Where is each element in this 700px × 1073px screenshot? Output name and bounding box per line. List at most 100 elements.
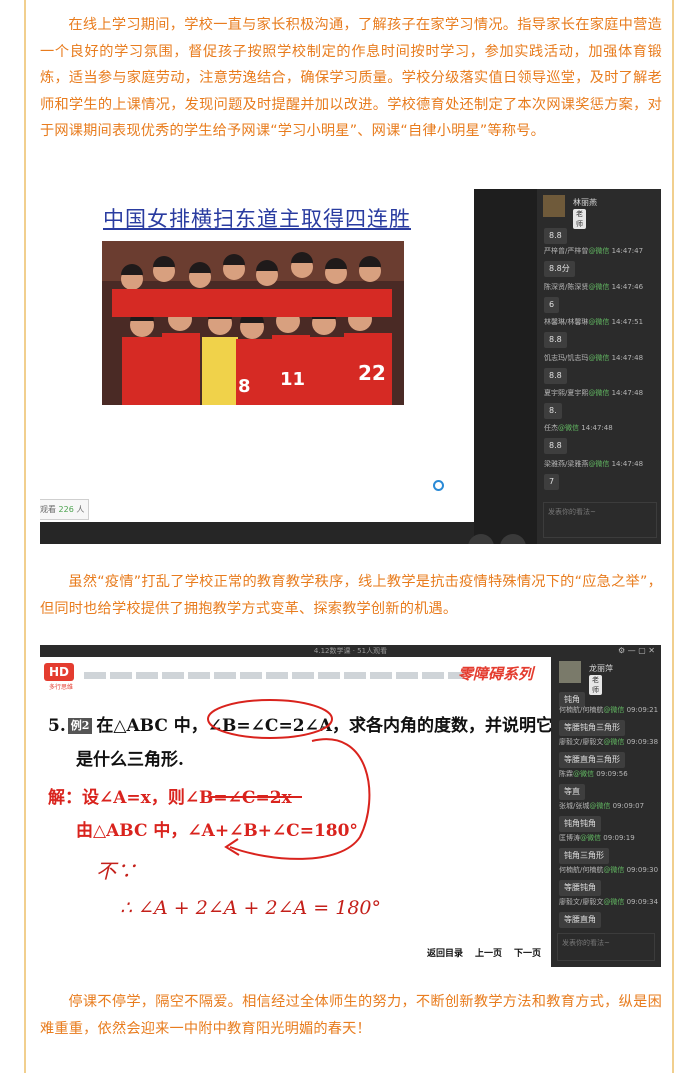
message-time: 14:47:48 — [581, 424, 613, 432]
chat-message-body: 等腰钝角 — [559, 880, 601, 896]
pointer-dot — [433, 480, 444, 491]
sender-source: @微信 — [588, 318, 610, 326]
chat-message: 8.8 — [544, 223, 659, 244]
sender-source: @微信 — [603, 898, 625, 906]
message-time: 09:09:19 — [603, 834, 635, 842]
team-photo: 8 11 22 — [102, 241, 404, 405]
control-button-icon[interactable] — [500, 534, 526, 544]
chat-message-body: 8.8 — [544, 228, 567, 244]
sender-name: 陈霖 — [559, 770, 573, 778]
chat-message-body: 等直 — [559, 784, 585, 800]
chat-message: 梁雅燕/梁雅燕@微信 14:47:48 7 — [544, 459, 659, 490]
chat-message: 陈深贤/陈深贤@微信 14:47:46 6 — [544, 282, 659, 313]
chat-message-meta: 陈霖@微信 09:09:56 — [559, 769, 659, 779]
jersey-number: 22 — [358, 361, 386, 385]
chat-message-meta: 张城/张城@微信 09:09:07 — [559, 801, 659, 811]
chat-message: 匡博涛@微信 09:09:19 钝角三角形 — [559, 833, 659, 864]
chat-message-body: 钝角三角形 — [559, 848, 609, 864]
chat-message: 饥志玛/饥志玛@微信 14:47:48 8.8 — [544, 353, 659, 384]
player-control-bar — [40, 522, 474, 544]
chat-message-meta: 夏宇熙/夏宇熙@微信 14:47:48 — [544, 388, 659, 398]
sender-source: @微信 — [603, 866, 625, 874]
chat-message-body: 6 — [544, 297, 560, 313]
window-title: 4.12数学课 · 51人观看 — [313, 647, 388, 655]
viewer-count-number: 226 — [58, 505, 74, 514]
message-time: 09:09:56 — [596, 770, 628, 778]
chat-input[interactable]: 发表你的看法~ — [557, 933, 655, 961]
article-paragraph-3: 停课不停学，隔空不隔爱。相信经过全体师生的努力，不断创新教学方法和教育方式，纵是… — [40, 994, 662, 1037]
chat-message-meta: 匡博涛@微信 09:09:19 — [559, 833, 659, 843]
window-controls-icon[interactable]: ⚙ — ▢ ✕ — [618, 645, 655, 657]
article-paragraph-1: 在线上学习期间，学校一直与家长积极沟通，了解孩子在家学习情况。指导家长在家庭中营… — [40, 17, 662, 139]
sender-name: 陈深贤/陈深贤 — [544, 283, 589, 291]
teacher-name: 龙丽萍 — [589, 664, 613, 673]
article-paragraph-2: 虽然“疫情”打乱了学校正常的教育教学秩序，线上教学是抗击疫情特殊情况下的“应急之… — [40, 574, 662, 617]
catalog-button[interactable]: 返回目录 — [427, 949, 463, 959]
message-time: 09:09:21 — [626, 706, 659, 714]
chat-message-meta: 廖毅文/廖毅文@微信 09:09:34 — [559, 897, 659, 907]
sender-source: @微信 — [588, 389, 610, 397]
sender-name: 林馨琳/林馨琳 — [544, 318, 589, 326]
message-time: 14:47:48 — [611, 389, 644, 397]
message-time: 09:09:38 — [626, 738, 659, 746]
sender-name: 廖毅文/廖毅文 — [559, 738, 604, 746]
chat-message-body: 8. — [544, 403, 562, 419]
chat-message-meta: 任杰@微信 14:47:48 — [544, 423, 659, 433]
prev-page-button[interactable]: 上一页 — [475, 949, 502, 959]
sender-source: @微信 — [588, 354, 610, 362]
chat-message: 任杰@微信 14:47:48 8.8 — [544, 423, 659, 454]
chat-message-body: 8.8分 — [544, 261, 575, 277]
avatar — [559, 661, 581, 683]
chat-message-body: 8.8 — [544, 438, 567, 454]
sender-source: @微信 — [603, 738, 625, 746]
sender-name: 张城/张城 — [559, 802, 590, 810]
next-page-button[interactable]: 下一页 — [514, 949, 541, 959]
sender-name: 何楠航/何楠航 — [559, 866, 604, 874]
handwriting-note-1: 不∵ — [96, 859, 136, 883]
message-time: 09:09:07 — [612, 802, 645, 810]
handwriting-note-2: ∴ ∠A + 2∠A + 2∠A = 180° — [120, 897, 381, 919]
chat-message-meta: 陈深贤/陈深贤@微信 14:47:46 — [544, 282, 659, 292]
math-slide: HD 多行思维 零障碍系列 5. 例2 在△ABC 中，∠B=∠C=2∠A，求各内角… — [40, 657, 553, 967]
chat-message: 林馨琳/林馨琳@微信 14:47:51 8.8 — [544, 317, 659, 348]
chat-message-body: 8.8 — [544, 368, 567, 384]
sender-name: 何楠航/何楠航 — [559, 706, 604, 714]
sender-source: @微信 — [580, 834, 601, 842]
chat-message-body: 等腰直角 — [559, 912, 601, 928]
sender-name: 饥志玛/饥志玛 — [544, 354, 589, 362]
message-time: 14:47:47 — [611, 247, 644, 255]
sender-source: @微信 — [558, 424, 579, 432]
chat-message-meta: 梁雅燕/梁雅燕@微信 14:47:48 — [544, 459, 659, 469]
chat-message: 廖毅文/廖毅文@微信 09:09:38 等腰直角三角形 — [559, 737, 659, 768]
slide-navigation: 返回目录 上一页 下一页 — [415, 946, 541, 959]
viewer-count-prefix: 观看 — [40, 505, 56, 514]
chat-message-meta: 林馨琳/林馨琳@微信 14:47:51 — [544, 317, 659, 327]
jersey-number: 11 — [280, 369, 306, 390]
chat-message-meta: 何楠航/何楠航@微信 09:09:21 — [559, 705, 659, 715]
chat-message: 陈霖@微信 09:09:56 等直 — [559, 769, 659, 800]
chat-message: 严梓曾/严梓曾@微信 14:47:47 8.8分 — [544, 246, 659, 277]
sender-name: 夏宇熙/夏宇熙 — [544, 389, 589, 397]
chat-message-body: 钝角钝角 — [559, 816, 601, 832]
message-time: 09:09:34 — [626, 898, 659, 906]
message-time: 14:47:46 — [611, 283, 644, 291]
live-class-screenshot-1: 中国女排横扫东道主取得四连胜 8 11 22 观看 226 人 林丽燕 老师 8… — [40, 189, 661, 544]
chat-message-body: 7 — [544, 474, 560, 490]
message-time: 14:47:48 — [611, 460, 644, 468]
sender-name: 匡博涛 — [559, 834, 580, 842]
chat-message-meta: 何楠航/何楠航@微信 09:09:30 — [559, 865, 659, 875]
sender-source: @微信 — [588, 460, 610, 468]
chat-message: 廖毅文/廖毅文@微信 09:09:34 等腰直角 — [559, 897, 659, 928]
avatar — [543, 195, 565, 217]
chat-message-meta: 廖毅文/廖毅文@微信 09:09:38 — [559, 737, 659, 747]
chat-input[interactable]: 发表你的看法~ — [543, 502, 657, 538]
slide-area: 中国女排横扫东道主取得四连胜 8 11 22 观看 226 人 — [40, 189, 474, 522]
handwriting-annotations — [207, 699, 371, 860]
sender-name: 梁雅燕/梁雅燕 — [544, 460, 589, 468]
viewer-count-suffix: 人 — [76, 505, 85, 514]
chat-message: 张城/张城@微信 09:09:07 钝角钝角 — [559, 801, 659, 832]
chat-message: 何楠航/何楠航@微信 09:09:30 等腰钝角 — [559, 865, 659, 896]
teacher-name: 林丽燕 — [573, 198, 597, 207]
chat-message: 夏宇熙/夏宇熙@微信 14:47:48 8. — [544, 388, 659, 419]
sender-name: 任杰 — [544, 424, 558, 432]
